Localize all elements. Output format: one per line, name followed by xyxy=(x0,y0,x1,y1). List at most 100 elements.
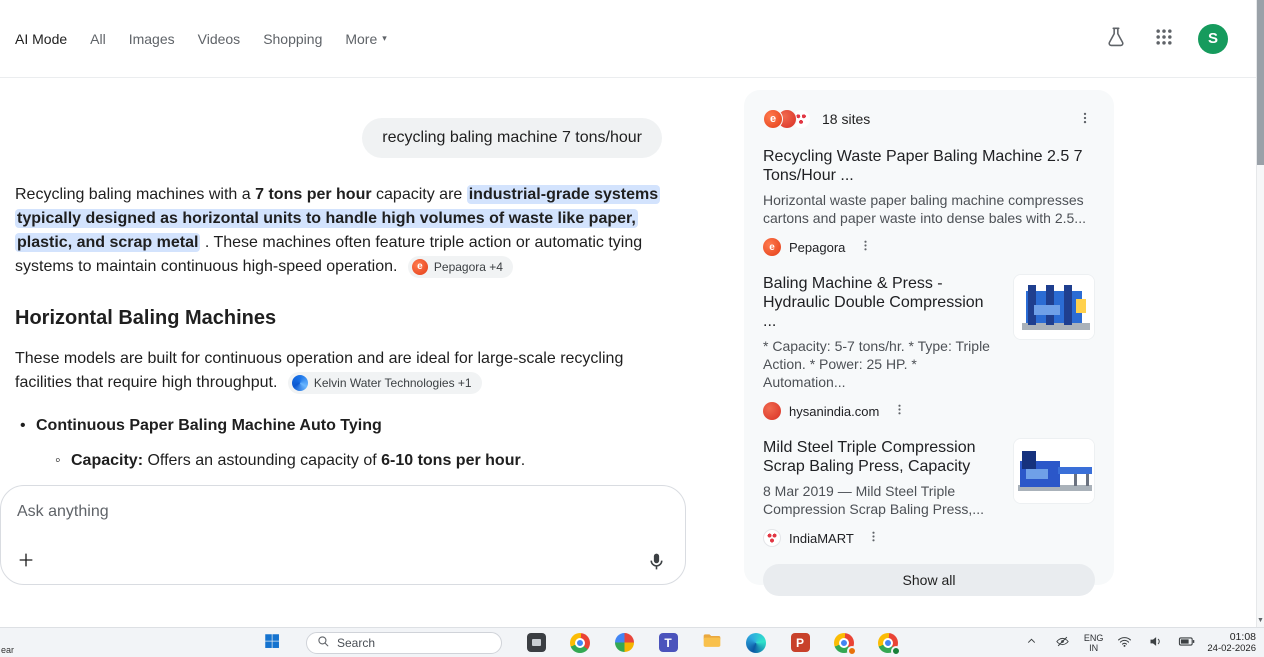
battery-button[interactable] xyxy=(1176,633,1196,653)
tab-images[interactable]: Images xyxy=(129,31,175,47)
show-all-button[interactable]: Show all xyxy=(763,564,1095,596)
add-button[interactable] xyxy=(13,548,39,574)
result-source-row[interactable]: hysanindia.com xyxy=(763,401,1001,421)
dark-app-icon[interactable] xyxy=(526,633,546,653)
colorful-app-icon[interactable] xyxy=(614,633,634,653)
start-button[interactable] xyxy=(262,633,282,653)
region-code: IN xyxy=(1089,642,1099,653)
chevron-down-icon: ▾ xyxy=(382,33,387,43)
ask-textarea[interactable] xyxy=(1,486,631,544)
search-icon xyxy=(317,635,330,651)
plus-icon xyxy=(16,553,36,573)
tray-date: 24-02-2026 xyxy=(1207,642,1256,654)
user-query-bubble[interactable]: recycling baling machine 7 tons/hour xyxy=(362,118,662,158)
labs-button[interactable] xyxy=(1102,25,1130,53)
source-result: Baling Machine & Press - Hydraulic Doubl… xyxy=(763,274,1095,421)
scrollbar-down-arrow[interactable]: ▼ xyxy=(1257,617,1264,624)
windows-logo-icon xyxy=(263,632,281,653)
capacity-text: Offers an astounding capacity of xyxy=(143,452,382,469)
chrome-profile-1-icon[interactable] xyxy=(834,632,857,656)
three-dot-menu-icon xyxy=(893,402,906,420)
apps-grid-button[interactable] xyxy=(1150,25,1178,53)
source-result: Mild Steel Triple Compression Scrap Bali… xyxy=(763,438,1095,548)
tab-all[interactable]: All xyxy=(90,31,106,47)
powerpoint-logo-icon: P xyxy=(790,633,810,652)
result-source-row[interactable]: IndiaMART xyxy=(763,528,1001,548)
favicon-letter: e xyxy=(769,241,775,253)
chrome-icon[interactable] xyxy=(570,632,590,653)
tab-more-label: More xyxy=(345,30,378,47)
result-thumbnail[interactable] xyxy=(1013,438,1095,504)
result-menu-button[interactable] xyxy=(864,528,884,548)
eye-slash-icon xyxy=(1055,634,1070,652)
result-menu-button[interactable] xyxy=(855,237,875,257)
sites-count: 18 sites xyxy=(822,111,871,127)
answer-text: Recycling baling machines with a xyxy=(15,186,256,203)
tab-more[interactable]: More ▾ xyxy=(345,31,386,47)
notification-badge xyxy=(847,645,857,656)
answer-text: capacity are xyxy=(371,186,467,203)
edge-logo-icon xyxy=(746,632,766,653)
language-code: ENG xyxy=(1083,632,1104,643)
page-scrollbar[interactable]: ▼ xyxy=(1256,0,1264,627)
battery-icon xyxy=(1178,633,1195,653)
three-dot-menu-icon xyxy=(859,238,872,256)
search-tabs: AI Mode All Images Videos Shopping More … xyxy=(0,31,387,47)
result-title-link[interactable]: Baling Machine & Press - Hydraulic Doubl… xyxy=(763,274,1001,331)
volume-button[interactable] xyxy=(1145,633,1165,653)
language-switcher[interactable]: ENG IN xyxy=(1084,633,1104,653)
microphone-button[interactable] xyxy=(643,550,669,576)
taskbar-clock[interactable]: 01:08 24-02-2026 xyxy=(1207,630,1256,654)
scrollbar-thumb[interactable] xyxy=(1257,0,1264,165)
source-name: hysanindia.com xyxy=(789,403,880,419)
chrome-profile-2-icon[interactable] xyxy=(878,632,901,656)
panel-menu-button[interactable] xyxy=(1075,109,1095,129)
result-source-row[interactable]: e Pepagora xyxy=(763,237,1095,257)
result-menu-button[interactable] xyxy=(889,401,909,421)
sources-panel: e 18 sites Recycling Waste Paper Baling … xyxy=(744,90,1114,596)
capacity-label: Capacity: xyxy=(71,452,144,469)
ask-input[interactable] xyxy=(0,485,686,585)
pepagora-favicon: e xyxy=(411,258,428,275)
section-paragraph: These models are built for continuous op… xyxy=(15,347,671,395)
privacy-toggle-button[interactable] xyxy=(1053,633,1073,653)
tab-ai-mode[interactable]: AI Mode xyxy=(15,31,67,47)
partial-text: ear xyxy=(1,645,15,655)
language-label: ENG IN xyxy=(1084,633,1104,653)
sources-panel-header: e 18 sites xyxy=(763,108,1095,130)
citation-label: Pepagora +4 xyxy=(433,259,503,274)
tab-shopping[interactable]: Shopping xyxy=(263,31,322,47)
pepagora-favicon: e xyxy=(763,238,781,256)
result-title-link[interactable]: Mild Steel Triple Compression Scrap Bali… xyxy=(763,438,1001,476)
citation-chip-pepagora[interactable]: e Pepagora +4 xyxy=(407,255,513,278)
taskbar-search[interactable]: Search xyxy=(306,631,502,654)
result-description: 8 Mar 2019 — Mild Steel Triple Compressi… xyxy=(763,483,984,517)
result-thumbnail[interactable] xyxy=(1013,274,1095,340)
app-window-icon xyxy=(526,633,546,652)
capacity-text: . xyxy=(520,452,526,469)
result-text: Recycling Waste Paper Baling Machine 2.5… xyxy=(763,147,1095,257)
result-text: Mild Steel Triple Compression Scrap Bali… xyxy=(763,438,1001,548)
edge-icon[interactable] xyxy=(746,632,766,653)
source-name: IndiaMART xyxy=(789,530,854,546)
citation-chip-kelvin[interactable]: Kelvin Water Technologies +1 xyxy=(287,371,482,394)
tab-videos[interactable]: Videos xyxy=(198,31,241,47)
section-heading: Horizontal Baling Machines xyxy=(15,307,277,329)
ai-answer-paragraph: Recycling baling machines with a 7 tons … xyxy=(15,183,671,279)
teams-logo-icon: T xyxy=(658,633,678,652)
chrome-logo-icon xyxy=(570,632,590,653)
taskbar-search-label: Search xyxy=(337,635,376,650)
photos-icon xyxy=(614,633,634,652)
tray-expand-button[interactable] xyxy=(1022,633,1042,653)
taskbar-apps: Search T P xyxy=(262,628,901,657)
teams-icon[interactable]: T xyxy=(658,633,678,653)
powerpoint-icon[interactable]: P xyxy=(790,633,810,653)
result-title-link[interactable]: Recycling Waste Paper Baling Machine 2.5… xyxy=(763,147,1095,185)
tray-time: 01:08 xyxy=(1229,630,1256,643)
account-avatar[interactable]: S xyxy=(1198,23,1228,54)
wifi-button[interactable] xyxy=(1114,633,1134,653)
citation-label: Kelvin Water Technologies +1 xyxy=(313,375,472,390)
file-explorer-icon[interactable] xyxy=(702,633,722,653)
three-dot-menu-icon xyxy=(1078,110,1092,129)
result-description: Horizontal waste paper baling machine co… xyxy=(763,192,1086,226)
